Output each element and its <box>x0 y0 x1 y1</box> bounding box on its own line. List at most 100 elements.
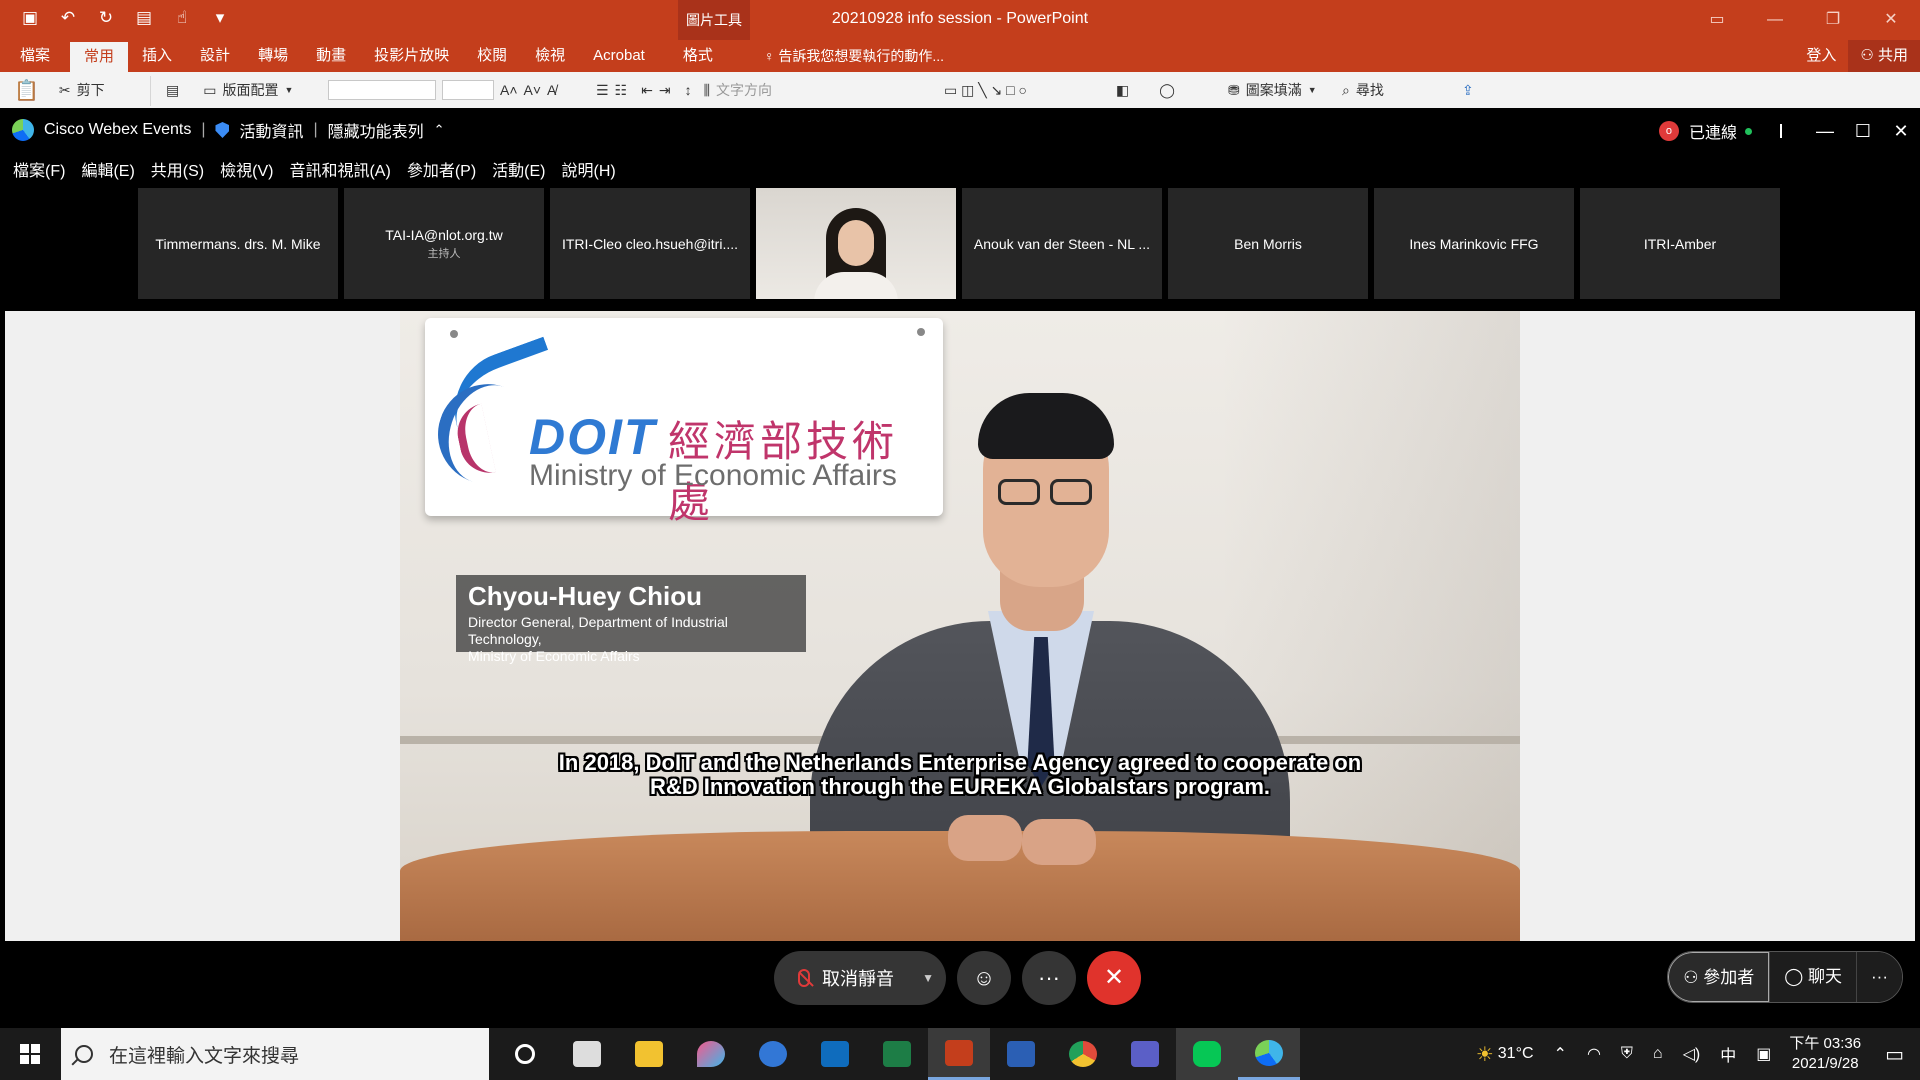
scissors-icon[interactable]: ✂ <box>59 82 71 99</box>
outdent-icon[interactable]: ⇥ <box>659 82 671 99</box>
more-options-button[interactable]: ··· <box>1022 951 1076 1005</box>
leave-meeting-button[interactable]: ✕ <box>1087 951 1141 1005</box>
tab-view[interactable]: 檢視 <box>521 40 579 72</box>
menu-help[interactable]: 說明(H) <box>562 157 616 181</box>
participant-thumbnail[interactable]: Ines Marinkovic FFG <box>1374 188 1574 299</box>
taskbar-app[interactable] <box>866 1028 928 1080</box>
text-direction-icon[interactable]: ⫼ <box>704 82 710 99</box>
line-spacing-icon[interactable]: ↕ <box>685 82 692 98</box>
cortana-button[interactable] <box>494 1028 556 1080</box>
chevron-down-icon[interactable]: ▼ <box>922 971 934 985</box>
grow-font-icon[interactable]: A˄ <box>500 82 518 98</box>
cut-button[interactable]: 剪下 <box>77 80 105 100</box>
taskbar-app[interactable] <box>804 1028 866 1080</box>
wifi-icon[interactable]: ◠ <box>1587 1044 1601 1064</box>
font-name-field[interactable] <box>328 80 436 100</box>
shrink-font-icon[interactable]: A˅ <box>524 82 542 98</box>
tab-acrobat[interactable]: Acrobat <box>579 40 659 72</box>
tab-transitions[interactable]: 轉場 <box>244 40 302 72</box>
participant-thumbnail[interactable]: Anouk van der Steen - NL ... <box>962 188 1162 299</box>
taskbar-app[interactable] <box>556 1028 618 1080</box>
tab-animations[interactable]: 動畫 <box>302 40 360 72</box>
notifications-icon[interactable]: ▭ <box>1885 1042 1904 1067</box>
unmute-button[interactable]: 取消靜音 ▼ <box>774 951 946 1005</box>
ribbon-display-icon[interactable]: ▭ <box>1688 0 1746 40</box>
sign-in-link[interactable]: 登入 <box>1794 40 1848 72</box>
arrange-icon[interactable]: ◧ <box>1116 82 1129 99</box>
paint-bucket-icon[interactable]: ⛃ <box>1228 82 1240 99</box>
taskbar-app[interactable] <box>1052 1028 1114 1080</box>
chat-button[interactable]: ◯ 聊天 <box>1769 952 1857 1002</box>
find-icon[interactable]: ⌕ <box>1342 82 1350 99</box>
taskbar-app[interactable] <box>1238 1028 1300 1080</box>
clear-format-icon[interactable]: A̸ <box>547 82 556 98</box>
taskbar-app[interactable] <box>928 1028 990 1080</box>
quick-styles-icon[interactable]: ◯ <box>1159 82 1175 99</box>
temperature[interactable]: 31°C <box>1498 1045 1534 1063</box>
tab-file[interactable]: 檔案 <box>0 40 70 72</box>
clock[interactable]: 下午 03:36 2021/9/28 <box>1789 1034 1861 1074</box>
volume-icon[interactable]: ◁) <box>1683 1044 1701 1064</box>
close-icon[interactable]: ✕ <box>1882 121 1920 142</box>
tab-insert[interactable]: 插入 <box>128 40 186 72</box>
taskbar-app[interactable] <box>990 1028 1052 1080</box>
layout-button[interactable]: 版面配置 <box>222 80 278 100</box>
layout-icon[interactable]: ▭ <box>203 82 216 99</box>
start-button[interactable] <box>0 1028 60 1080</box>
find-button[interactable]: 尋找 <box>1356 80 1384 100</box>
menu-view[interactable]: 檢視(V) <box>220 157 273 181</box>
hide-menu-button[interactable]: 隱藏功能表列 <box>328 118 424 142</box>
more-panels-button[interactable]: ··· <box>1856 952 1902 1002</box>
reactions-button[interactable]: ☺ <box>957 951 1011 1005</box>
share-button[interactable]: ⚇ 共用 <box>1848 40 1920 72</box>
minimize-icon[interactable]: — <box>1746 0 1804 40</box>
menu-audio-video[interactable]: 音訊和視訊(A) <box>289 157 390 181</box>
menu-event[interactable]: 活動(E) <box>492 157 545 181</box>
paste-icon[interactable]: 📋 <box>14 78 39 103</box>
restore-icon[interactable]: ❐ <box>1804 0 1862 40</box>
menu-participants[interactable]: 參加者(P) <box>407 157 476 181</box>
ime-indicator[interactable]: 中 <box>1720 1042 1736 1066</box>
chevron-up-icon[interactable]: ⌃ <box>1554 1044 1567 1064</box>
security-shield-icon[interactable]: ⛨ <box>1621 1045 1633 1063</box>
taskbar-search[interactable]: 在這裡輸入文字來搜尋 <box>61 1028 489 1080</box>
participant-thumbnail[interactable]: ITRI-Amber <box>1580 188 1780 299</box>
tab-slideshow[interactable]: 投影片放映 <box>360 40 463 72</box>
weather-icon[interactable]: ☀ <box>1476 1042 1494 1067</box>
share-doc-icon[interactable]: ⇪ <box>1462 82 1474 99</box>
participant-thumbnail[interactable]: ITRI-Cleo cleo.hsueh@itri.... <box>550 188 750 299</box>
taskbar-app[interactable] <box>680 1028 742 1080</box>
taskbar-app[interactable] <box>1114 1028 1176 1080</box>
participants-button[interactable]: ⚇ 參加者 <box>1668 952 1770 1002</box>
recording-indicator[interactable]: o <box>1658 121 1679 141</box>
participant-video-thumbnail[interactable] <box>756 188 956 299</box>
vpn-icon[interactable]: ⌂ <box>1653 1045 1663 1063</box>
chevron-up-icon[interactable]: ⌃ <box>434 122 445 138</box>
tab-review[interactable]: 校閱 <box>463 40 521 72</box>
text-direction-button[interactable]: 文字方向 <box>716 80 772 100</box>
participant-thumbnail[interactable]: TAI-IA@nlot.org.tw 主持人 <box>344 188 544 299</box>
minimize-icon[interactable]: — <box>1806 121 1844 142</box>
participant-thumbnail[interactable]: Timmermans. drs. M. Mike <box>138 188 338 299</box>
tab-home[interactable]: 常用 <box>70 42 129 72</box>
bullets-icon[interactable]: ☰ <box>596 82 609 99</box>
indent-icon[interactable]: ⇤ <box>641 82 653 99</box>
new-slide-icon[interactable]: ▤ <box>166 82 179 99</box>
menu-file[interactable]: 檔案(F) <box>13 157 65 181</box>
event-info-button[interactable]: 活動資訊 <box>239 118 303 142</box>
font-size-field[interactable] <box>442 80 494 100</box>
menu-edit[interactable]: 編輯(E) <box>81 157 134 181</box>
taskbar-app[interactable] <box>1176 1028 1238 1080</box>
maximize-icon[interactable]: ☐ <box>1844 121 1882 142</box>
shapes-gallery-icon[interactable]: ▭ ◫ ╲ ↘ □ ○ <box>944 82 1027 99</box>
shape-fill-button[interactable]: 圖案填滿 <box>1246 80 1302 100</box>
tab-format[interactable]: 格式 <box>659 40 737 72</box>
taskbar-app[interactable] <box>742 1028 804 1080</box>
numbering-icon[interactable]: ☷ <box>615 82 628 99</box>
taskbar-app[interactable] <box>618 1028 680 1080</box>
keyboard-icon[interactable]: ▣ <box>1756 1044 1771 1064</box>
tab-design[interactable]: 設計 <box>186 40 244 72</box>
tell-me-search[interactable]: ♀ 告訴我您想要執行的動作... <box>764 40 944 72</box>
participant-thumbnail[interactable]: Ben Morris <box>1168 188 1368 299</box>
close-icon[interactable]: ✕ <box>1862 0 1920 40</box>
